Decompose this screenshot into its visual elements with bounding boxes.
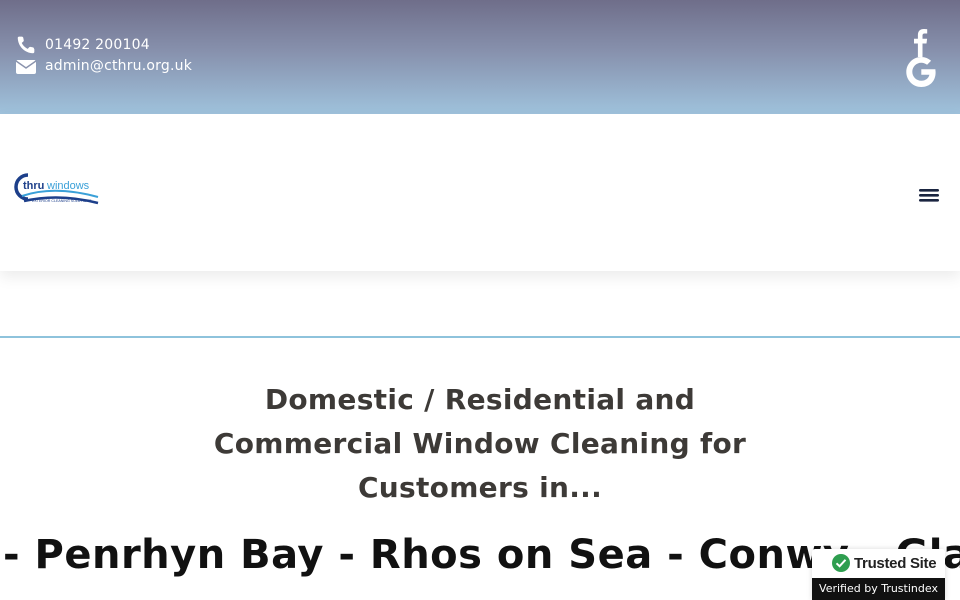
trusted-site-label: Trusted Site [854,554,937,572]
logo-thru-text: thru [23,180,44,192]
logo-tagline: EXTERIOR CLEANING SOLUTIONS [32,199,92,203]
checkmark-icon [832,554,850,572]
section-divider [0,336,960,338]
trustindex-badge[interactable]: Trusted Site Verified by Trustindex [812,549,945,600]
email-address[interactable]: admin@cthru.org.uk [45,58,192,74]
verified-by-label: Verified by Trustindex [812,578,945,600]
phone-number[interactable]: 01492 200104 [45,37,150,53]
facebook-icon[interactable] [906,27,936,57]
social-links [906,27,936,89]
hero-headline: Domestic / Residential and Commercial Wi… [213,383,747,504]
site-logo[interactable]: thru windows EXTERIOR CLEANING SOLUTIONS [14,171,102,211]
envelope-icon [15,57,37,75]
contact-info: 01492 200104 admin@cthru.org.uk [15,34,192,76]
phone-link[interactable]: 01492 200104 [15,34,192,55]
top-contact-bar: 01492 200104 admin@cthru.org.uk [0,0,960,114]
hamburger-menu-icon[interactable] [917,185,941,205]
google-icon[interactable] [906,57,936,89]
email-link[interactable]: admin@cthru.org.uk [15,55,192,76]
site-header: thru windows EXTERIOR CLEANING SOLUTIONS [0,114,960,271]
phone-icon [15,36,37,54]
